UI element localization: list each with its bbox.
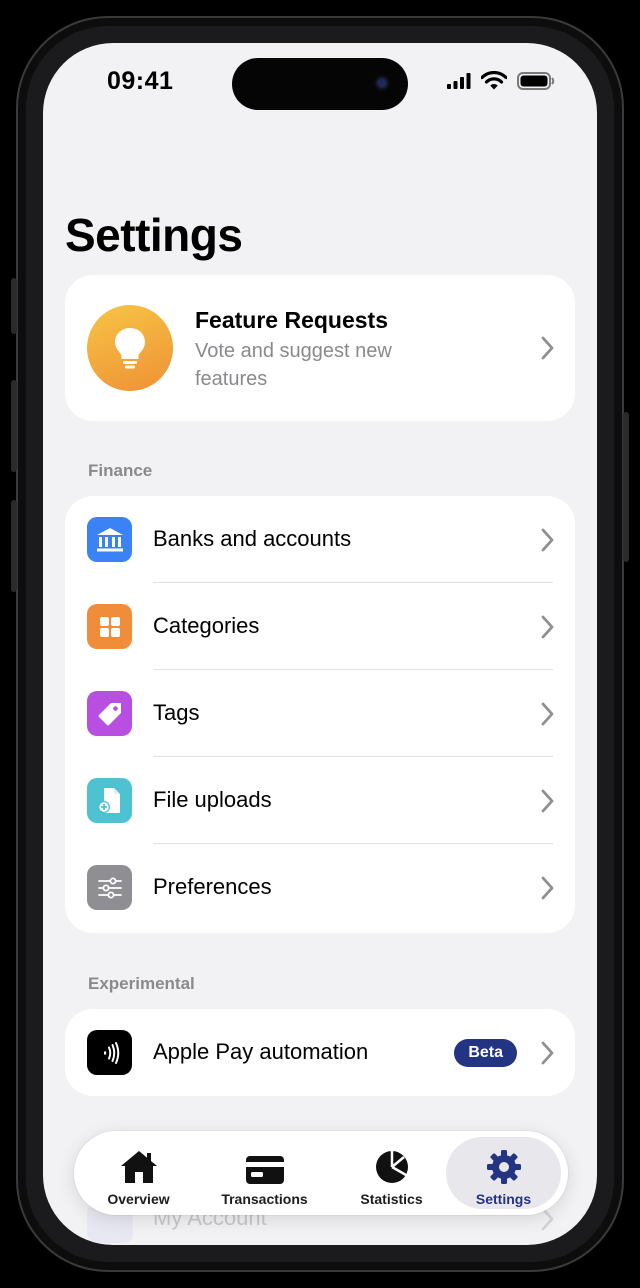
volume-down-button: [11, 500, 17, 592]
power-button: [623, 412, 629, 562]
home-icon: [120, 1151, 157, 1183]
wifi-icon: [481, 71, 507, 90]
feature-requests-title: Feature Requests: [195, 307, 389, 333]
status-time: 09:41: [107, 67, 174, 95]
chevron-right-icon: [541, 702, 554, 726]
tab-label: Transactions: [221, 1191, 308, 1207]
feature-requests-subtitle: Vote and suggest new features: [195, 340, 392, 390]
file-upload-icon: [87, 778, 132, 823]
tab-overview[interactable]: Overview: [81, 1137, 196, 1209]
chevron-right-icon: [541, 1041, 554, 1065]
dynamic-island: [232, 58, 408, 110]
settings-row-label: Tags: [153, 700, 200, 725]
settings-row-label: Categories: [153, 613, 260, 638]
settings-row-categories[interactable]: Categories: [65, 583, 575, 670]
beta-badge: Beta: [454, 1039, 517, 1067]
settings-row-banks[interactable]: Banks and accounts: [65, 496, 575, 583]
tab-settings[interactable]: Settings: [446, 1137, 561, 1209]
card-icon: [245, 1156, 284, 1184]
settings-row-file-uploads[interactable]: File uploads: [65, 757, 575, 844]
grid-icon: [87, 604, 132, 649]
tab-statistics[interactable]: Statistics: [334, 1137, 449, 1209]
experimental-group: Apple Pay automation Beta: [65, 1009, 575, 1096]
chevron-right-icon: [541, 789, 554, 813]
section-label-finance: Finance: [88, 461, 153, 480]
page-title: Settings: [65, 209, 243, 261]
settings-row-label: Apple Pay automation: [153, 1039, 369, 1064]
lightbulb-icon: [87, 305, 173, 391]
tab-transactions[interactable]: Transactions: [207, 1137, 322, 1209]
screen: 09:41 Settings Feature Requests Vote and…: [43, 43, 597, 1245]
status-icons: [447, 71, 555, 90]
chevron-right-icon: [541, 528, 554, 552]
settings-row-label: File uploads: [153, 787, 272, 812]
settings-row-label: Preferences: [153, 874, 272, 899]
battery-icon: [517, 71, 555, 90]
tab-label: Overview: [107, 1191, 170, 1207]
section-label-experimental: Experimental: [88, 974, 195, 993]
gear-icon: [486, 1150, 521, 1184]
settings-row-label: Banks and accounts: [153, 526, 352, 551]
settings-row-tags[interactable]: Tags: [65, 670, 575, 757]
tab-bar: Overview Transactions Statistics Setting…: [74, 1131, 568, 1215]
bank-icon: [87, 517, 132, 562]
tab-label: Settings: [475, 1191, 532, 1207]
signal-icon: [447, 72, 471, 89]
tab-label: Statistics: [360, 1191, 423, 1207]
pie-chart-icon: [375, 1151, 408, 1183]
action-button: [11, 278, 17, 334]
volume-up-button: [11, 380, 17, 472]
camera-icon: [374, 75, 390, 91]
chevron-right-icon: [541, 876, 554, 900]
sliders-icon: [87, 865, 132, 910]
settings-row-preferences[interactable]: Preferences: [65, 844, 575, 931]
finance-group: Banks and accounts Categories Tags File …: [65, 496, 575, 933]
chevron-right-icon: [541, 336, 554, 360]
feature-requests-card[interactable]: Feature Requests Vote and suggest new fe…: [65, 275, 575, 421]
settings-row-apple-pay-automation[interactable]: Apple Pay automation Beta: [65, 1009, 575, 1096]
chevron-right-icon: [541, 615, 554, 639]
tag-icon: [87, 691, 132, 736]
contactless-icon: [87, 1030, 132, 1075]
